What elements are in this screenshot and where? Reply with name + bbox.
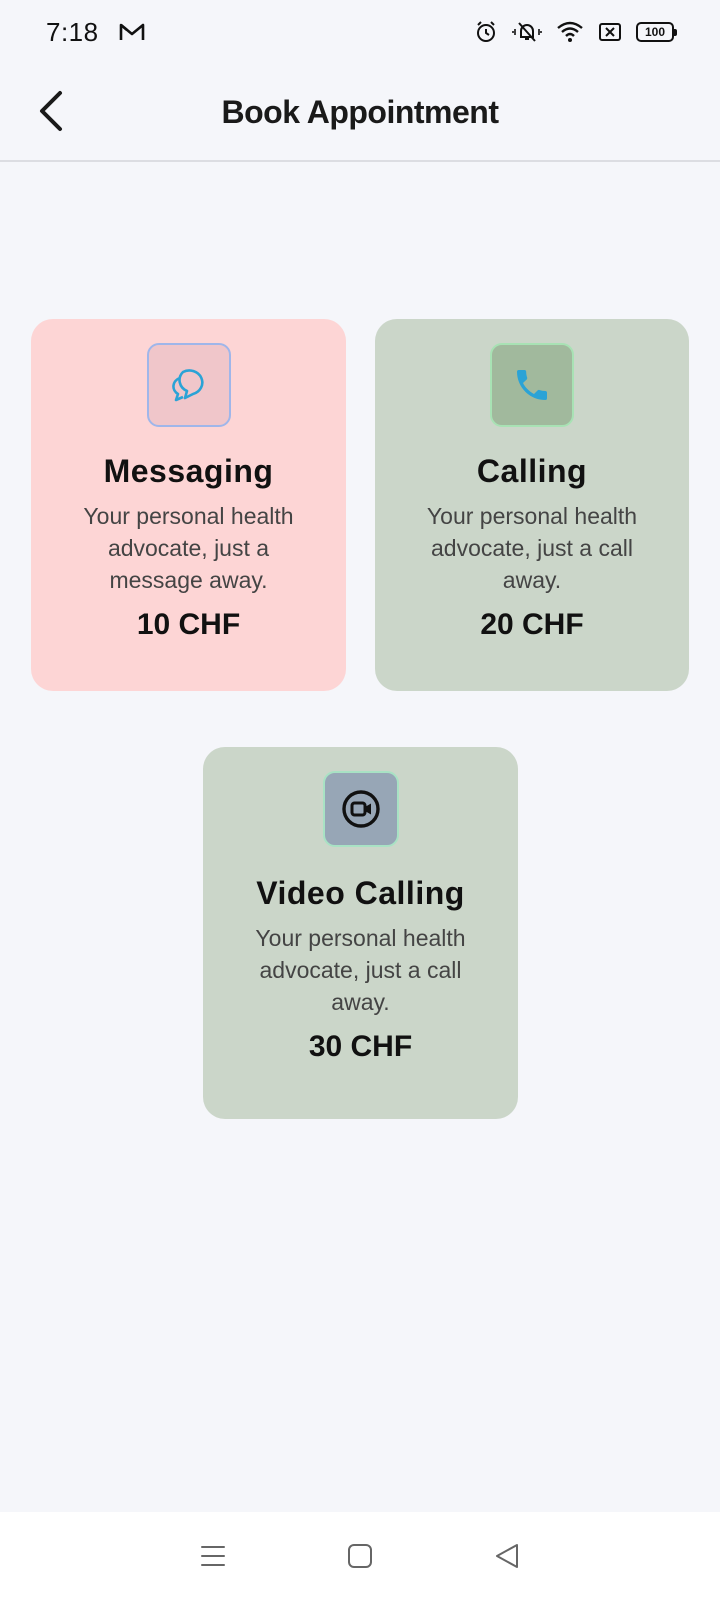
back-triangle-icon [495,1544,518,1568]
recent-apps-button[interactable] [183,1526,243,1586]
chevron-left-icon [40,91,62,131]
home-square-icon [347,1544,372,1568]
messaging-description: Your personal health advocate, just a me… [83,503,294,593]
menu-icon [201,1546,226,1566]
system-back-button[interactable] [477,1526,537,1586]
calling-title: Calling [476,453,588,489]
messaging-option-card[interactable]: Messaging Your personal health advocate,… [31,319,346,691]
wifi-icon [556,21,584,43]
status-right: 100 [474,20,677,44]
system-nav-bar [0,1512,720,1600]
messaging-title: Messaging [103,453,274,489]
calling-price: 20 CHF [480,608,584,641]
video-calling-icon-box [322,771,399,847]
video-calling-option-card[interactable]: Video Calling Your personal health advoc… [203,747,518,1119]
calling-icon-box [490,343,574,427]
phone-icon [517,370,547,400]
app-header: Book Appointment [0,64,720,162]
page-title: Book Appointment [221,93,500,130]
messaging-icon-box [146,343,231,427]
back-button[interactable] [26,86,76,136]
video-calling-title: Video Calling [256,875,465,911]
calling-description: Your personal health advocate, just a ca… [426,503,638,593]
calling-option-card[interactable]: Calling Your personal health advocate, j… [375,319,689,691]
status-left: 7:18 [46,17,145,48]
battery-icon: 100 [636,22,677,42]
video-camera-icon [341,790,380,828]
no-sim-icon [598,22,622,42]
home-button[interactable] [330,1526,390,1586]
video-calling-price: 30 CHF [308,1030,413,1063]
vibrate-off-icon [512,20,542,44]
messaging-price: 10 CHF [136,608,241,641]
status-time: 7:18 [46,16,99,47]
status-bar: 7:18 100 [0,0,720,64]
video-calling-description: Your personal health advocate, just a ca… [255,925,466,1015]
alarm-icon [474,20,498,44]
gmail-icon [119,22,145,42]
chat-bubbles-icon [171,369,204,402]
